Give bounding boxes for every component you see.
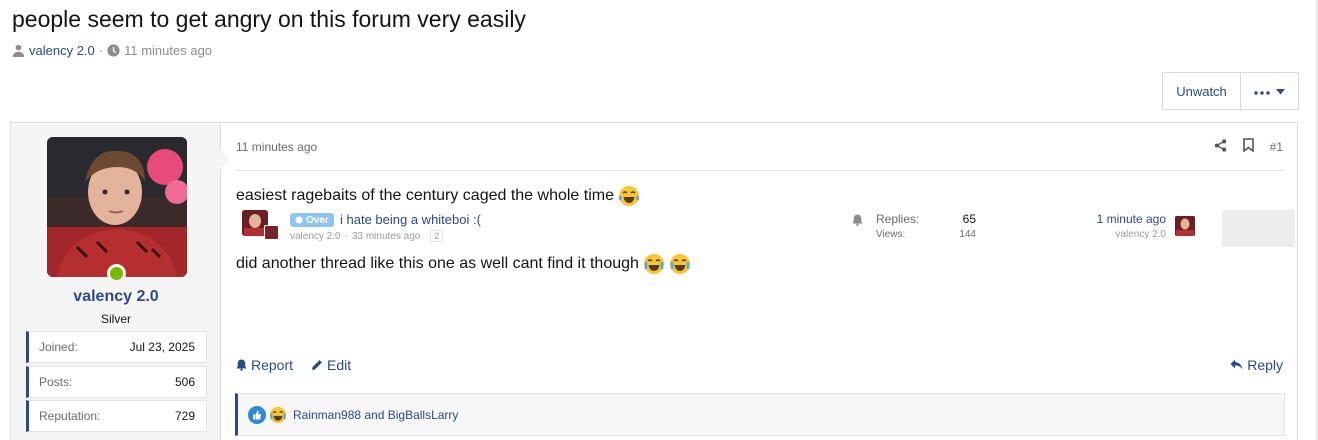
- last-reply-avatar[interactable]: [1175, 216, 1195, 236]
- thread-actions: Unwatch: [1162, 72, 1299, 110]
- embedded-thread-meta: valency 2.0 · 33 minutes ago 2: [290, 230, 444, 242]
- embedded-thread-author[interactable]: valency 2.0: [290, 231, 341, 242]
- post-header-actions: #1: [1214, 138, 1283, 155]
- share-icon[interactable]: [1214, 138, 1227, 155]
- thread-meta: valency 2.0 · 11 minutes ago: [12, 43, 212, 58]
- post-body-line-2: did another thread like this one as well…: [236, 253, 691, 275]
- post-header-divider: [236, 170, 1284, 171]
- meta-separator: ·: [344, 230, 348, 242]
- user-icon: [12, 44, 25, 57]
- embedded-thread-title[interactable]: i hate being a whiteboi :(: [340, 212, 481, 227]
- unwatch-button[interactable]: Unwatch: [1163, 73, 1241, 109]
- laughing-tears-emoji: [618, 185, 640, 207]
- embedded-thread-row[interactable]: Over i hate being a whiteboi :( valency …: [236, 207, 1295, 249]
- thread-prefix-badge: Over: [290, 213, 334, 227]
- bell-icon: [852, 213, 863, 231]
- thread-author-link[interactable]: valency 2.0: [29, 43, 95, 58]
- meta-separator: ·: [98, 43, 104, 58]
- stat-joined: Joined: Jul 23, 2025: [26, 331, 207, 363]
- stat-value: Jul 23, 2025: [129, 340, 195, 354]
- last-reply-time[interactable]: 1 minute ago: [1046, 212, 1166, 226]
- like-reaction-icon: [248, 405, 266, 424]
- report-label: Report: [251, 357, 294, 373]
- replies-label: Replies:: [876, 212, 920, 226]
- post-body-line-1: easiest ragebaits of the century caged t…: [236, 185, 640, 207]
- replies-count: 65: [962, 212, 976, 226]
- user-column-arrow: [220, 149, 230, 169]
- online-status-dot: [107, 264, 126, 283]
- embedded-thread-time[interactable]: 33 minutes ago: [352, 231, 420, 242]
- post-text: easiest ragebaits of the century caged t…: [236, 187, 614, 204]
- edit-button[interactable]: Edit: [311, 357, 351, 373]
- bell-icon: [236, 359, 247, 371]
- post-text: did another thread like this one as well…: [236, 255, 639, 272]
- stat-reputation: Reputation: 729: [26, 400, 207, 432]
- reactions-bar[interactable]: Rainman988 and BigBallsLarry: [235, 393, 1285, 436]
- last-reply-user[interactable]: valency 2.0: [1046, 229, 1166, 240]
- stat-label: Reputation:: [39, 409, 101, 423]
- page-jump-link[interactable]: 2: [430, 230, 444, 242]
- reply-label: Reply: [1247, 357, 1283, 373]
- views-label: Views:: [876, 229, 906, 240]
- laughing-tears-emoji: [643, 253, 665, 275]
- more-options-button[interactable]: [1241, 73, 1298, 109]
- post-number[interactable]: #1: [1270, 140, 1283, 154]
- pencil-icon: [311, 359, 323, 371]
- post-user-column: valency 2.0 Silver Joined: Jul 23, 2025 …: [11, 123, 230, 440]
- reaction-users[interactable]: Rainman988 and BigBallsLarry: [293, 408, 458, 422]
- report-button[interactable]: Report: [236, 357, 293, 373]
- ellipsis-icon: [1254, 82, 1270, 100]
- page-title: people seem to get angry on this forum v…: [12, 6, 526, 32]
- reply-icon: [1230, 357, 1243, 373]
- views-count: 144: [959, 229, 976, 240]
- embedded-thread-last-avatar-small[interactable]: [264, 225, 279, 240]
- reply-button[interactable]: Reply: [1230, 357, 1283, 373]
- thread-time[interactable]: 11 minutes ago: [124, 43, 212, 58]
- laugh-reaction-icon: [269, 406, 287, 424]
- user-rank: Silver: [100, 312, 131, 326]
- post-time[interactable]: 11 minutes ago: [236, 140, 317, 154]
- thread-preview-placeholder: [1222, 210, 1295, 247]
- stat-posts: Posts: 506: [26, 366, 207, 398]
- post-username[interactable]: valency 2.0: [11, 288, 221, 306]
- edit-label: Edit: [327, 357, 352, 373]
- stat-value: 729: [174, 409, 195, 423]
- post-container: valency 2.0 Silver Joined: Jul 23, 2025 …: [10, 122, 1298, 440]
- avatar[interactable]: [47, 137, 187, 277]
- bookmark-icon[interactable]: [1242, 138, 1254, 155]
- thread-prefix-label: Over: [306, 214, 329, 226]
- stat-label: Posts:: [39, 375, 73, 389]
- clock-icon: [107, 44, 120, 57]
- caret-down-icon: [1276, 82, 1285, 100]
- stat-label: Joined:: [39, 340, 78, 354]
- post-footer-actions: Report Edit: [236, 357, 351, 373]
- stat-value[interactable]: 506: [175, 375, 195, 389]
- laughing-tears-emoji: [669, 253, 691, 275]
